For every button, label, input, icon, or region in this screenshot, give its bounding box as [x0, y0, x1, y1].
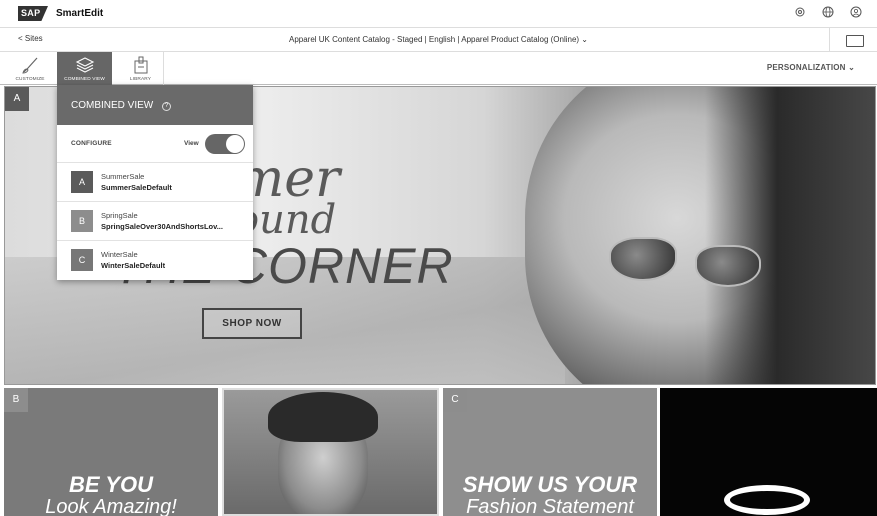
- device-preview-button[interactable]: [829, 28, 877, 52]
- combined-view-popover: COMBINED VIEW ? CONFIGURE View A SummerS…: [57, 85, 253, 280]
- configure-row: CONFIGURE View: [57, 125, 253, 163]
- popover-title: COMBINED VIEW: [71, 100, 154, 111]
- help-icon[interactable]: ?: [162, 102, 172, 111]
- experience-marker-b: B: [71, 210, 93, 232]
- library-label: LIBRARY: [129, 77, 152, 82]
- combined-view-tool[interactable]: COMBINED VIEW: [57, 52, 112, 85]
- user-icon[interactable]: [849, 6, 863, 20]
- experience-variation: WinterSaleDefault: [101, 261, 166, 270]
- experience-row[interactable]: C WinterSale WinterSaleDefault: [57, 241, 253, 280]
- sunglasses-left-lens: [609, 237, 677, 281]
- tile1-subheading: Look Amazing!: [45, 496, 177, 516]
- model-hair: [705, 87, 875, 384]
- popover-header: COMBINED VIEW ?: [57, 85, 253, 125]
- brush-icon: [22, 57, 38, 74]
- perspective-toolbar: CUSTOMIZE COMBINED VIEW LIBRARY PERSONAL…: [0, 52, 877, 85]
- experience-marker-a: A: [71, 171, 93, 193]
- experience-name: SpringSale: [101, 211, 138, 220]
- customize-label: CUSTOMIZE: [15, 77, 45, 82]
- experience-variation: SpringSaleOver30AndShortsLov...: [101, 222, 223, 231]
- view-label: View: [184, 140, 199, 147]
- sunglasses-right-lens: [695, 245, 761, 287]
- library-icon: [134, 56, 147, 74]
- tile1-heading: BE YOU: [69, 472, 153, 497]
- shop-now-button[interactable]: SHOP NOW: [202, 308, 302, 339]
- personalization-dropdown[interactable]: PERSONALIZATION ⌄: [767, 63, 855, 72]
- promo-tile-brand[interactable]: [660, 388, 877, 516]
- man-hair: [268, 392, 378, 442]
- top-bar: SAP SmartEdit: [0, 0, 877, 28]
- slot-marker-a: A: [5, 87, 29, 111]
- brand-logo-icon: [724, 485, 810, 515]
- experience-row[interactable]: A SummerSale SummerSaleDefault: [57, 163, 253, 202]
- combined-view-label: COMBINED VIEW: [64, 77, 105, 82]
- view-toggle[interactable]: [205, 134, 245, 154]
- globe-icon[interactable]: [821, 6, 835, 20]
- slot-marker-c: C: [443, 388, 467, 412]
- settings-icon[interactable]: [793, 6, 807, 20]
- experience-name: WinterSale: [101, 250, 138, 259]
- experience-name: SummerSale: [101, 172, 145, 181]
- promo-tile-be-you[interactable]: B BE YOU Look Amazing!: [4, 388, 218, 516]
- layers-icon: [75, 57, 94, 73]
- customize-tool[interactable]: CUSTOMIZE: [10, 52, 50, 85]
- promo-tile-man-photo[interactable]: [222, 388, 439, 516]
- experience-variation: SummerSaleDefault: [101, 183, 172, 192]
- tile3-subheading: Fashion Statement: [466, 496, 634, 516]
- experience-row[interactable]: B SpringSale SpringSaleOver30AndShortsLo…: [57, 202, 253, 241]
- slot-marker-b: B: [4, 388, 28, 412]
- app-name: SmartEdit: [56, 8, 104, 19]
- promo-tile-show-us[interactable]: C SHOW US YOUR Fashion Statement: [443, 388, 657, 516]
- configure-label[interactable]: CONFIGURE: [71, 140, 112, 147]
- tile3-heading: SHOW US YOUR: [462, 472, 638, 497]
- context-bar: < Sites Apparel UK Content Catalog - Sta…: [0, 28, 877, 52]
- library-tool[interactable]: LIBRARY: [118, 52, 164, 85]
- experience-marker-c: C: [71, 249, 93, 271]
- catalog-selector[interactable]: Apparel UK Content Catalog - Staged | En…: [0, 35, 877, 44]
- sap-logo: SAP: [18, 6, 48, 21]
